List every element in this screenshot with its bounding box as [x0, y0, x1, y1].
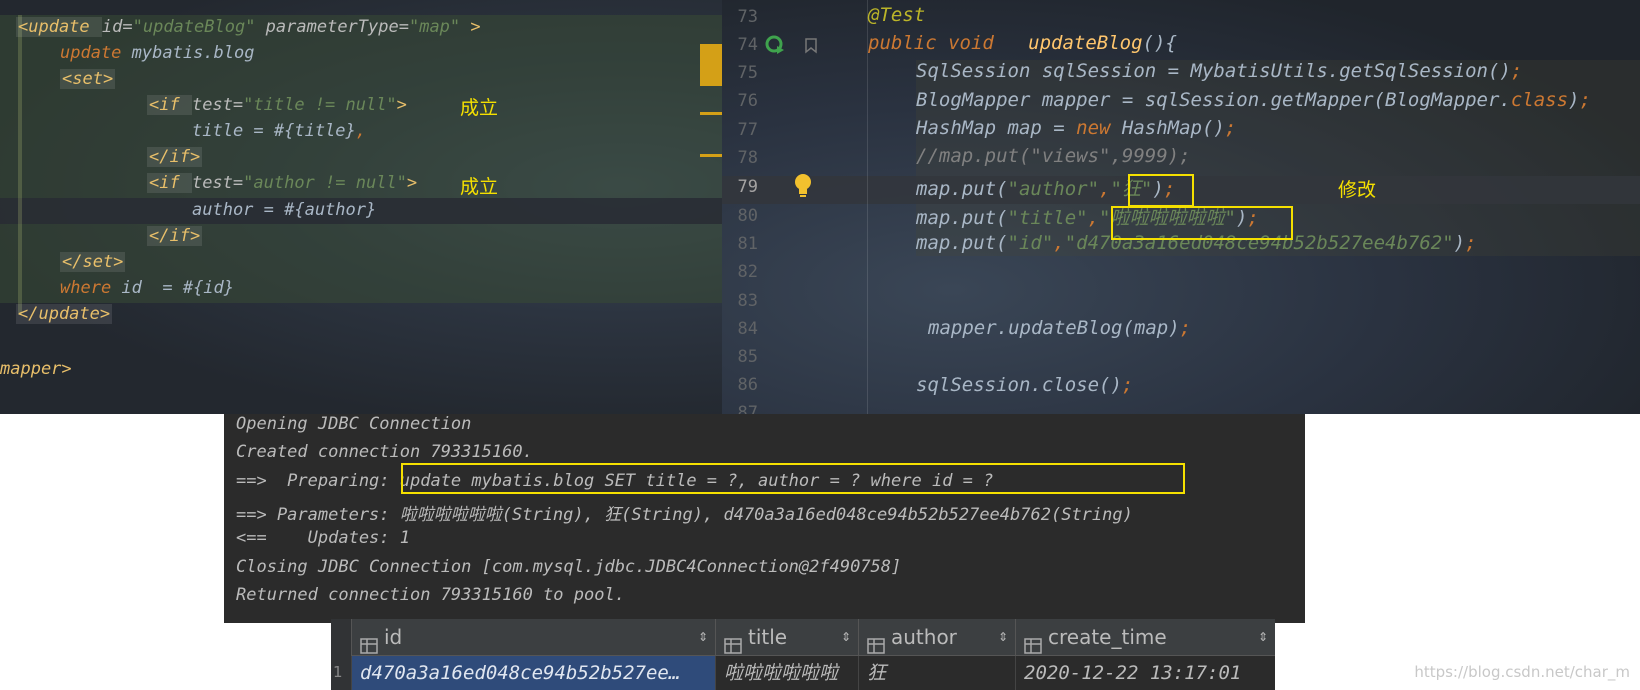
table-cell-create-time[interactable]: 2020-12-22 13:17:01	[1015, 656, 1275, 690]
java-line-77: HashMap map = new HashMap();	[916, 117, 1237, 139]
sort-icon[interactable]: ⇕	[1258, 619, 1268, 655]
console-line: Opening JDBC Connection	[236, 414, 472, 434]
line-number: 87	[737, 403, 758, 414]
column-icon	[1024, 630, 1042, 654]
lightbulb-icon[interactable]	[792, 172, 814, 202]
column-header-author[interactable]: author ⇕	[858, 619, 1016, 655]
line-number: 80	[737, 206, 758, 226]
column-icon	[867, 630, 885, 654]
java-line-76: BlogMapper mapper = sqlSession.getMapper…	[916, 89, 1591, 111]
scroll-marker[interactable]	[700, 112, 722, 115]
xml-line-update-close: </update>	[16, 304, 113, 324]
line-number: 76	[737, 91, 758, 111]
query-result-table[interactable]: 1 id ⇕ title ⇕ author ⇕ create_time ⇕ d4…	[331, 619, 1275, 690]
xml-line-title-assign: title = #{title},	[192, 121, 367, 141]
sort-icon[interactable]: ⇕	[998, 619, 1008, 655]
java-line-signature: public void updateBlog(){	[868, 32, 1177, 54]
modify-note: 修改	[1338, 179, 1377, 201]
xml-line-author-assign: author = #{author}	[192, 200, 377, 220]
console-line: <== Updates: 1	[236, 528, 410, 548]
line-number: 78	[737, 148, 758, 168]
author-condition-note: 成立	[460, 176, 499, 198]
column-header-title[interactable]: title ⇕	[715, 619, 859, 655]
xml-line-set-open: <set>	[60, 69, 116, 89]
table-cell-id[interactable]: d470a3a16ed048ce94b52b527ee…	[351, 656, 715, 690]
xml-line-update-open: <update id="updateBlog" parameterType="m…	[16, 17, 481, 37]
console-line: Created connection 793315160.	[236, 442, 533, 462]
column-label: title	[748, 625, 788, 649]
column-label: id	[384, 625, 403, 649]
run-test-icon[interactable]	[764, 34, 786, 60]
scroll-marker-warning[interactable]	[700, 44, 722, 86]
column-header-id[interactable]: id ⇕	[351, 619, 716, 655]
scroll-marker[interactable]	[700, 154, 722, 157]
xml-line-if-author: <if test="author != null">	[147, 173, 418, 193]
xml-editor-panel[interactable]: <update id="updateBlog" parameterType="m…	[0, 0, 722, 414]
line-number: 79	[737, 177, 758, 197]
xml-line-where: where id = #{id}	[60, 278, 235, 298]
column-label: author	[891, 625, 957, 649]
xml-line-mapper-close: mapper>	[0, 359, 72, 379]
line-number: 85	[737, 347, 758, 367]
title-value-highlight-box	[1111, 206, 1293, 240]
console-line: ==> Parameters: 啦啦啦啦啦啦(String), 狂(String…	[236, 505, 1133, 525]
gutter-divider	[867, 0, 868, 414]
column-icon	[360, 630, 378, 654]
xml-line-set-close: </set>	[60, 252, 126, 272]
watermark: https://blog.csdn.net/char_m	[1414, 663, 1630, 681]
title-condition-note: 成立	[460, 97, 499, 119]
bookmark-icon[interactable]	[804, 38, 818, 58]
line-number: 82	[737, 262, 758, 282]
console-line: Closing JDBC Connection [com.mysql.jdbc.…	[236, 557, 902, 577]
java-line-78-comment: //map.put("views",9999);	[916, 145, 1191, 167]
java-editor-panel[interactable]: 73 74 75 76 77 78 79 80 81 82 83 84 85 8…	[722, 0, 1640, 414]
sort-icon[interactable]: ⇕	[841, 619, 851, 655]
column-header-create-time[interactable]: create_time ⇕	[1015, 619, 1276, 655]
table-cell-author[interactable]: 狂	[858, 656, 1015, 690]
sort-icon[interactable]: ⇕	[698, 619, 708, 655]
java-line-84: mapper.updateBlog(map);	[928, 317, 1192, 339]
xml-line-if-close-2: </if>	[147, 226, 203, 246]
line-number: 75	[737, 63, 758, 83]
line-number: 83	[737, 291, 758, 311]
author-value-highlight-box	[1128, 174, 1194, 207]
column-label: create_time	[1048, 625, 1167, 649]
console-line: Returned connection 793315160 to pool.	[236, 585, 625, 605]
xml-line-update-table: update mybatis.blog	[60, 43, 255, 63]
java-line-86: sqlSession.close();	[916, 374, 1134, 396]
line-number: 73	[737, 7, 758, 27]
xml-line-if-close-1: </if>	[147, 147, 203, 167]
line-number: 74	[737, 35, 758, 55]
row-number: 1	[333, 663, 343, 681]
java-line-annotation: @Test	[868, 4, 926, 26]
line-number: 77	[737, 120, 758, 140]
table-cell-title[interactable]: 啦啦啦啦啦啦	[715, 656, 858, 690]
java-line-75: SqlSession sqlSession = MybatisUtils.get…	[916, 60, 1523, 82]
run-console[interactable]: Opening JDBC Connection Created connecti…	[224, 414, 1305, 623]
line-number: 84	[737, 319, 758, 339]
xml-line-if-title: <if test="title != null">	[147, 95, 407, 115]
sql-highlight-box	[401, 463, 1185, 494]
indent-guide	[18, 15, 22, 315]
row-number-gutter: 1	[331, 619, 351, 690]
column-icon	[724, 630, 742, 654]
line-number: 81	[737, 234, 758, 254]
line-number: 86	[737, 375, 758, 395]
